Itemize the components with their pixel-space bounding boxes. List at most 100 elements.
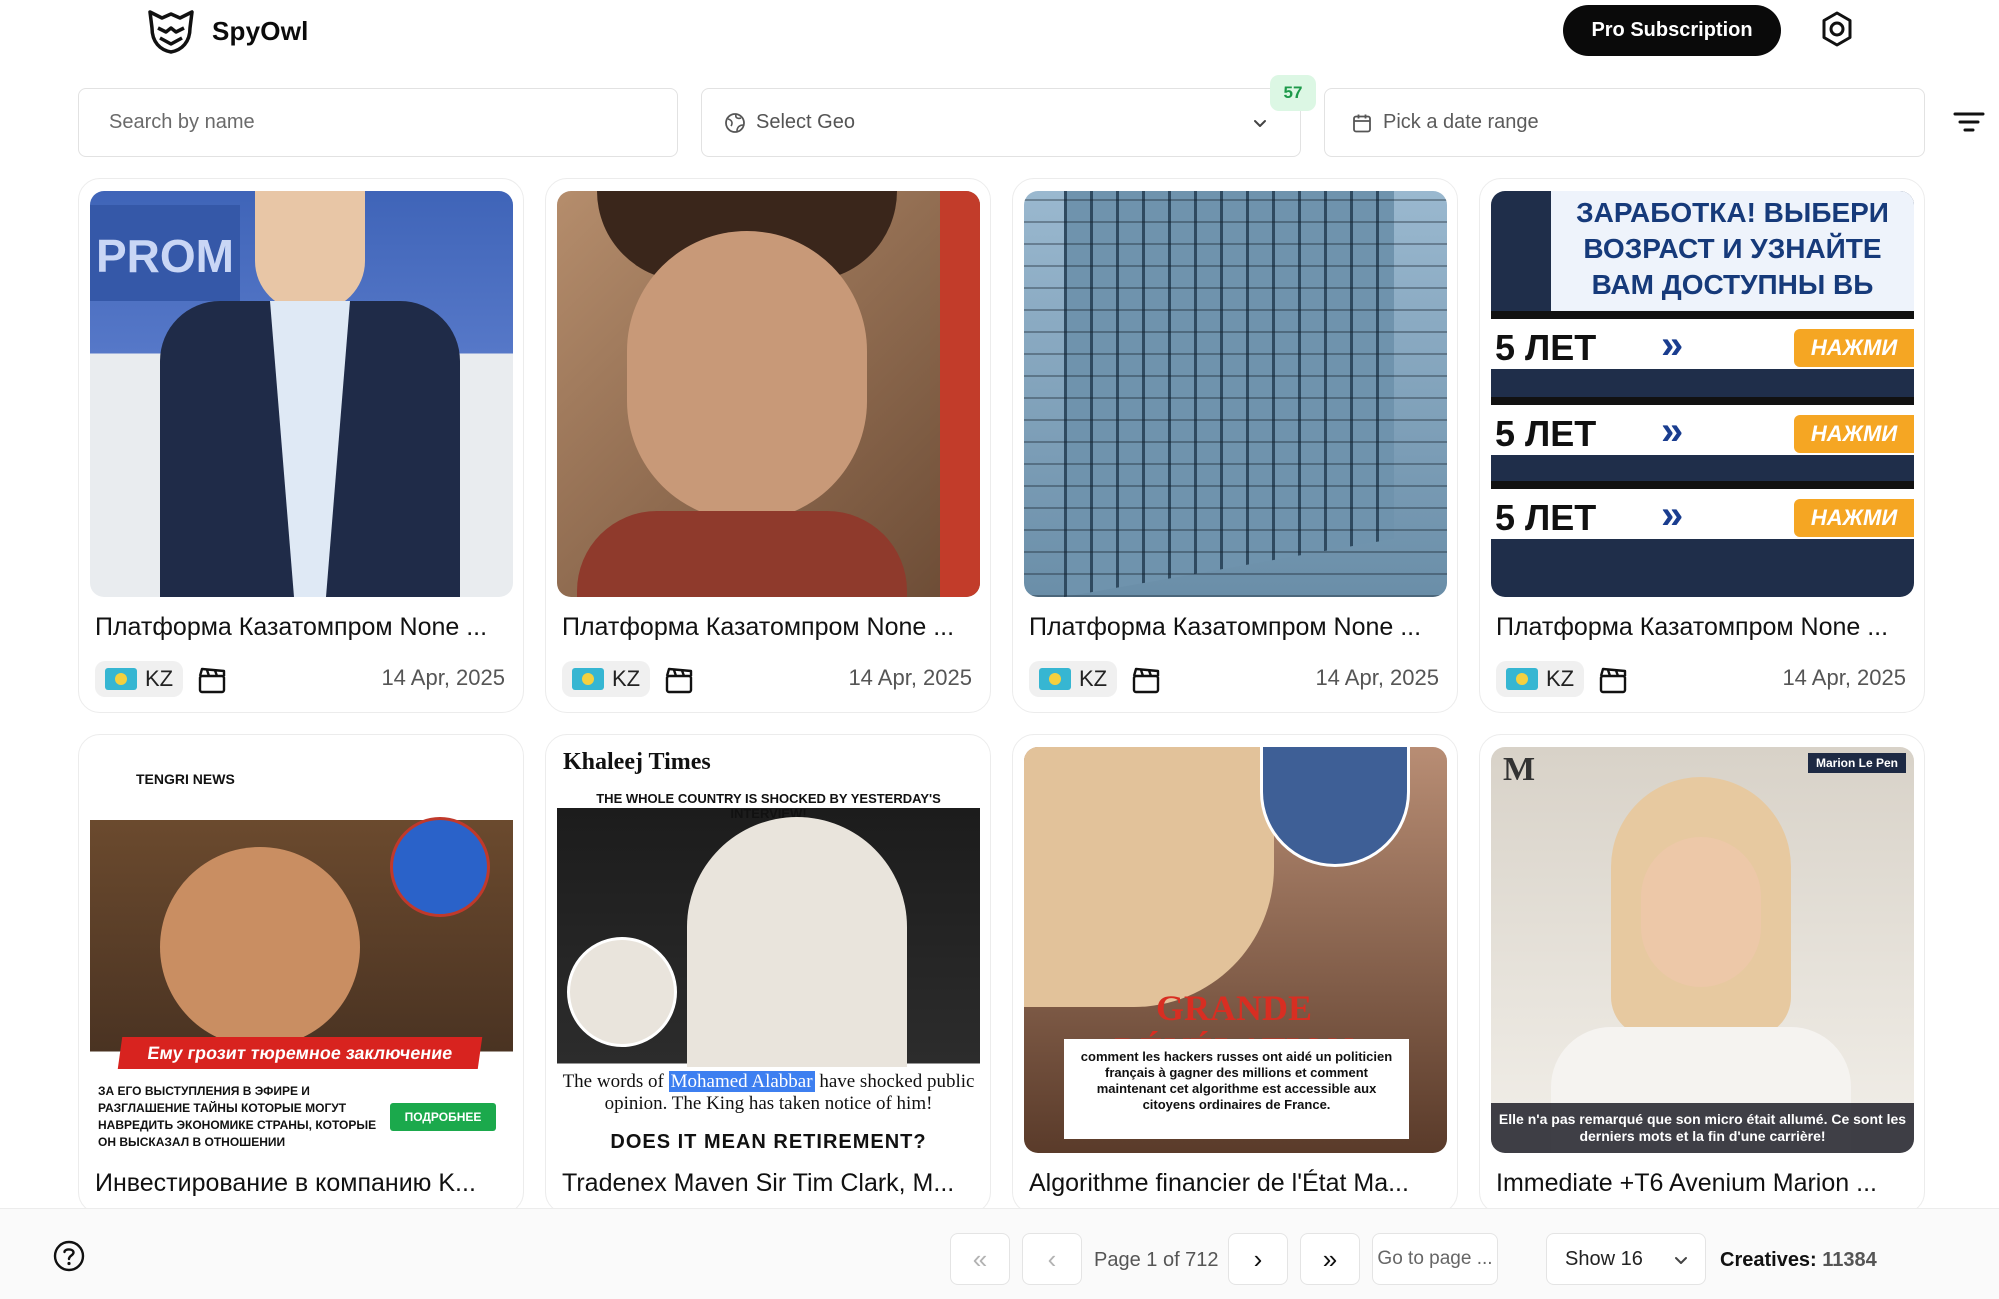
geo-code: KZ [145,666,174,691]
creative-thumbnail: PROM [90,191,513,597]
creative-thumbnail: GRANDE RÉVÉLATION comment les hackers ru… [1024,747,1447,1153]
kz-flag-icon [105,668,137,690]
pagination-bar: « ‹ Page 1 of 712 › » Go to page ... Sho… [0,1208,1999,1299]
thumb-banner: ЗАРАБОТКА! ВЫБЕРИ ВОЗРАСТ И УЗНАЙТЕ ВАМ … [1551,191,1914,311]
search-input[interactable] [109,111,677,134]
creative-title: Immediate +T6 Avenium Marion ... [1496,1169,1877,1197]
geo-code: KZ [1546,666,1575,691]
help-question-icon[interactable] [52,1239,86,1273]
geo-code: KZ [1079,666,1108,691]
creative-thumbnail [1024,191,1447,597]
brand-name: SpyOwl [212,15,309,46]
thumb-body-text: ЗА ЕГО ВЫСТУПЛЕНИЯ В ЭФИРЕ И РАЗГЛАШЕНИЕ… [98,1084,377,1153]
date-range-picker[interactable]: Pick a date range [1324,88,1925,157]
chevron-right-icon: › [1253,1243,1263,1274]
thumb-age-row: 5 ЛЕТ » НАЖМИ [1491,481,1914,539]
geo-code: KZ [612,666,641,691]
creative-card[interactable]: Платформа Казатомпром None ... KZ 14 Apr… [1012,178,1458,713]
next-page-button[interactable]: › [1228,1233,1288,1285]
creative-thumbnail [557,191,980,597]
kz-flag-icon [1506,668,1538,690]
kz-flag-icon [1039,668,1071,690]
creative-date: 14 Apr, 2025 [381,665,505,690]
thumb-body-text: comment les hackers russes ont aidé un p… [1064,1039,1409,1139]
creative-title: Algorithme financier de l'État Ma... [1029,1169,1409,1197]
geo-count-badge: 57 [1270,75,1316,111]
thumb-age-row: 5 ЛЕТ » НАЖМИ [1491,311,1914,369]
creative-title: Инвестирование в компанию K... [95,1169,476,1197]
chevron-left-icon: ‹ [1047,1243,1057,1274]
creative-meta: KZ 14 Apr, 2025 [1496,659,1910,699]
creative-thumbnail: Khaleej Times THE WHOLE COUNTRY IS SHOCK… [557,747,980,1153]
thumb-age-row: 5 ЛЕТ » НАЖМИ [1491,397,1914,455]
page-size-select[interactable]: Show 16 [1546,1233,1706,1285]
video-clapper-icon [665,667,693,694]
creative-card[interactable]: GRANDE RÉVÉLATION comment les hackers ru… [1012,734,1458,1214]
go-to-page-input[interactable]: Go to page ... [1372,1233,1498,1285]
page-indicator: Page 1 of 712 [1094,1249,1219,1271]
creative-thumbnail: M Marion Le Pen Elle n'a pas remarqué qu… [1491,747,1914,1153]
creative-title: Платформа Казатомпром None ... [562,613,955,641]
globe-icon [725,112,745,133]
creatives-total: 11384 [1822,1249,1877,1271]
creatives-count: Creatives: 11384 [1720,1249,1877,1272]
creative-card[interactable]: PROM Платформа Казатомпром None ... KZ 1… [78,178,524,713]
brand-logo[interactable]: SpyOwl [144,8,309,54]
last-page-button[interactable]: » [1300,1233,1360,1285]
geo-chip: KZ [95,661,184,697]
creative-thumbnail: TENGRI NEWS Ему грозит тюремное заключен… [90,747,513,1153]
creative-thumbnail: ЗАРАБОТКА! ВЫБЕРИ ВОЗРАСТ И УЗНАЙТЕ ВАМ … [1491,191,1914,597]
thumb-site-header: TENGRI NEWS [90,747,513,795]
thumb-name-tag: Marion Le Pen [1807,753,1906,773]
creative-card[interactable]: TENGRI NEWS Ему грозит тюремное заключен… [78,734,524,1214]
chevron-down-icon [1675,1257,1687,1264]
creative-title: Платформа Казатомпром None ... [95,613,488,641]
video-clapper-icon [1599,667,1627,694]
filter-lines-icon[interactable] [1952,106,1986,138]
thumb-more-button: ПОДРОБНЕЕ [390,1103,496,1131]
creative-meta: KZ 14 Apr, 2025 [562,659,976,699]
thumb-red-strip: Ему грозит тюремное заключение [117,1037,483,1069]
creative-date: 14 Apr, 2025 [1315,665,1439,690]
thumb-headline: THE WHOLE COUNTRY IS SHOCKED BY YESTERDA… [596,791,941,821]
creatives-label: Creatives: [1720,1249,1817,1271]
creative-title: Платформа Казатомпром None ... [1496,613,1889,641]
page-size-label: Show 16 [1565,1247,1643,1270]
chevron-down-icon [1254,120,1266,127]
thumb-masthead: Khaleej Times [563,749,711,775]
creative-meta: KZ 14 Apr, 2025 [95,659,509,699]
video-clapper-icon [1132,667,1160,694]
geo-select[interactable]: Select Geo [701,88,1301,157]
creative-card[interactable]: Платформа Казатомпром None ... KZ 14 Apr… [545,178,991,713]
creative-meta: KZ 14 Apr, 2025 [1029,659,1443,699]
settings-gear-icon[interactable] [1818,10,1856,48]
thumb-person [160,191,460,597]
double-chevron-right-icon: » [1322,1243,1338,1274]
calendar-icon [1353,114,1371,132]
previous-page-button[interactable]: ‹ [1022,1233,1082,1285]
geo-select-label: Select Geo [756,111,855,133]
creative-card[interactable]: M Marion Le Pen Elle n'a pas remarqué qu… [1479,734,1925,1214]
top-header: SpyOwl Pro Subscription [0,0,1999,62]
geo-chip: KZ [1496,661,1585,697]
date-range-label: Pick a date range [1383,111,1539,133]
search-field[interactable] [78,88,678,157]
thumb-bottom-text: DOES IT MEAN RETIREMENT? [610,1131,927,1153]
thumb-caption: Elle n'a pas remarqué que son micro étai… [1491,1103,1914,1153]
video-clapper-icon [198,667,226,694]
creative-title: Tradenex Maven Sir Tim Clark, M... [562,1169,955,1197]
kz-flag-icon [572,668,604,690]
geo-chip: KZ [562,661,651,697]
creative-title: Платформа Казатомпром None ... [1029,613,1422,641]
double-chevron-left-icon: « [972,1243,988,1274]
creative-date: 14 Apr, 2025 [848,665,972,690]
first-page-button[interactable]: « [950,1233,1010,1285]
thumb-caption: The words of Mohamed Alabbar have shocke… [557,1067,980,1115]
pro-subscription-button[interactable]: Pro Subscription [1563,5,1781,56]
creative-card[interactable]: ЗАРАБОТКА! ВЫБЕРИ ВОЗРАСТ И УЗНАЙТЕ ВАМ … [1479,178,1925,713]
creative-card[interactable]: Khaleej Times THE WHOLE COUNTRY IS SHOCK… [545,734,991,1214]
owl-logo-icon [148,10,194,54]
creative-date: 14 Apr, 2025 [1782,665,1906,690]
le-monde-logo-icon: M [1503,751,1536,788]
geo-chip: KZ [1029,661,1118,697]
